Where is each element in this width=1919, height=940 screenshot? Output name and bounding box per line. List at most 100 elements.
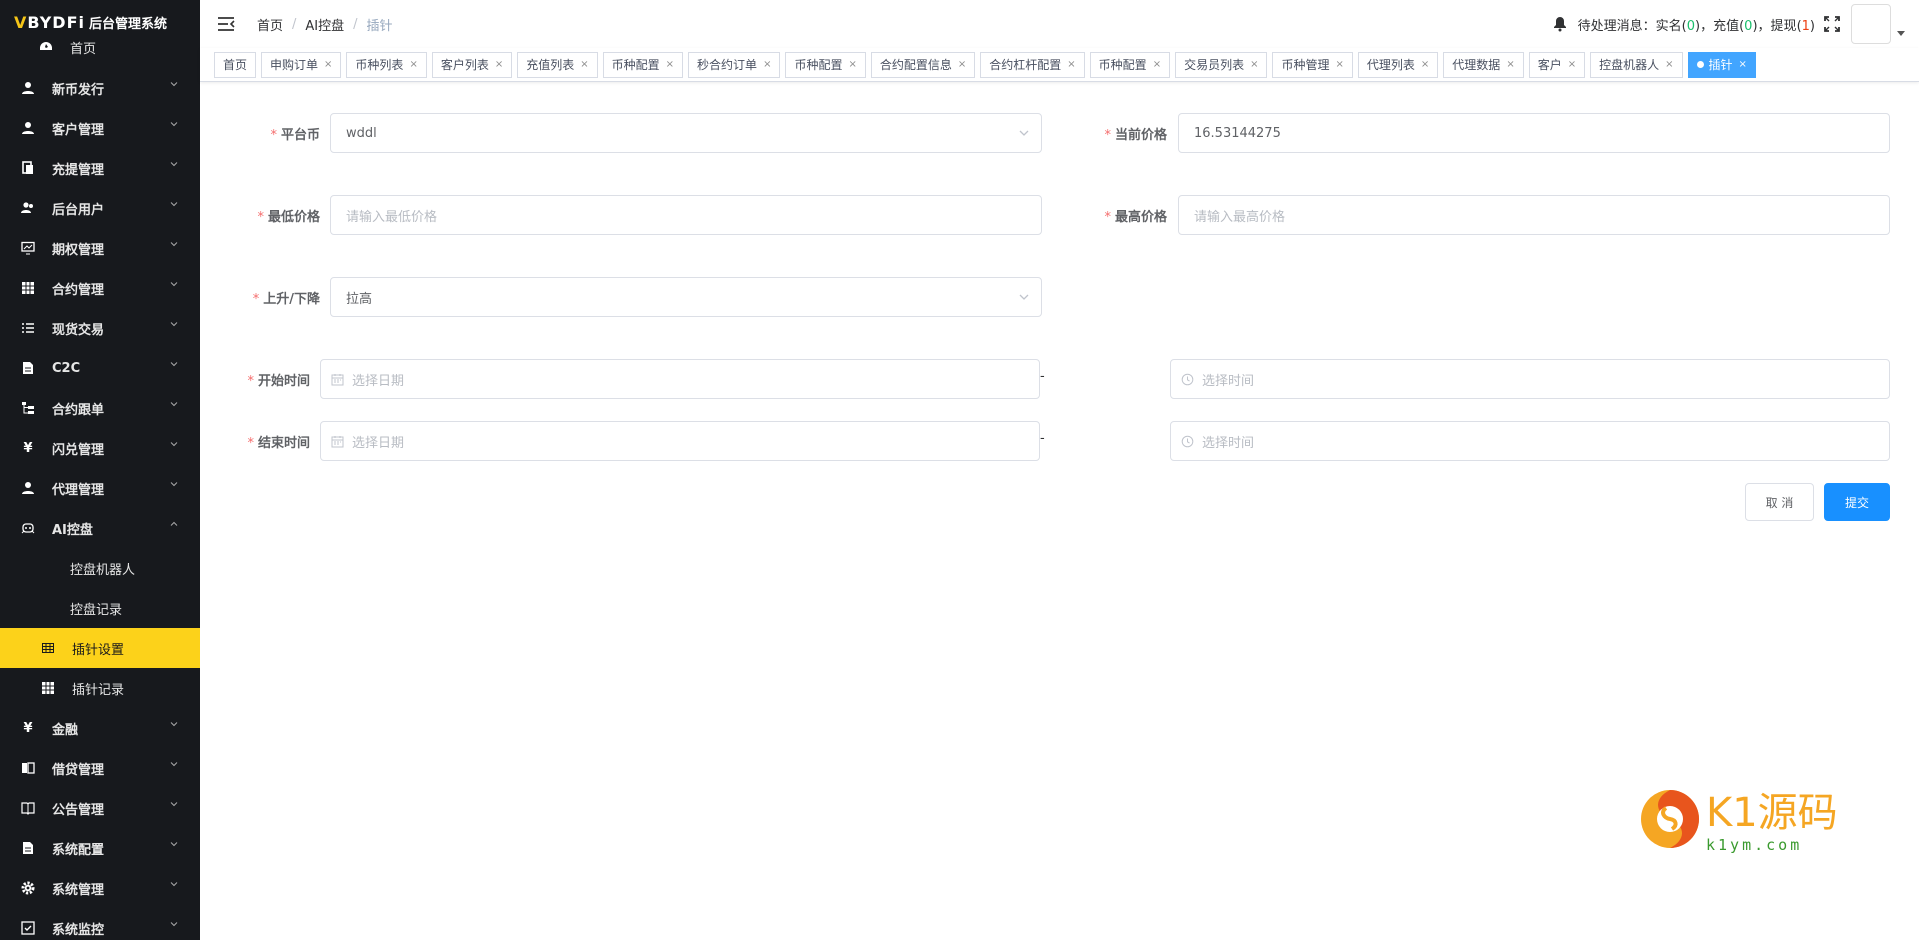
close-icon[interactable]: × [580, 53, 588, 77]
tag-label: 币种管理 [1281, 57, 1330, 72]
start-time-picker[interactable]: 选择时间 [1170, 359, 1890, 399]
sidebar-item-new-coin[interactable]: 新币发行 [0, 68, 200, 108]
realname-link[interactable]: 实名(0) [1656, 15, 1700, 34]
sidebar: VBYDFi 后台管理系统 首页 新币发行 客户管理 充提管理 后台用户 期权管… [0, 0, 200, 940]
withdraw-link[interactable]: 提现(1) [1771, 15, 1815, 34]
sidebar-item-customer[interactable]: 客户管理 [0, 108, 200, 148]
end-date-picker[interactable]: 选择日期 [320, 421, 1040, 461]
sidebar-item-options[interactable]: 期权管理 [0, 228, 200, 268]
close-icon[interactable]: × [958, 53, 966, 77]
tag-item[interactable]: 代理列表 × [1357, 51, 1439, 78]
chevron-down-icon [170, 162, 178, 167]
tag-item[interactable]: 充值列表 × [517, 51, 598, 78]
hamburger-icon[interactable] [217, 16, 235, 32]
sidebar-item-pin-settings[interactable]: 插针设置 [0, 628, 200, 668]
close-icon[interactable]: × [1250, 53, 1258, 77]
close-icon[interactable]: × [324, 53, 332, 77]
fullscreen-icon[interactable] [1823, 15, 1841, 33]
sidebar-item-label: 合约跟单 [52, 402, 105, 418]
bell-icon[interactable] [1552, 16, 1568, 32]
tag-item[interactable]: 代理数据 × [1443, 51, 1524, 78]
required-mark: * [270, 128, 277, 143]
max-price-label: * 最高价格 [1104, 210, 1167, 225]
tag-label: 控盘机器人 [1599, 57, 1660, 72]
cancel-button[interactable]: 取 消 [1745, 483, 1814, 521]
start-time-label: * 开始时间 [247, 374, 310, 389]
sidebar-item-spot[interactable]: 现货交易 [0, 308, 200, 348]
min-price-input[interactable]: 请输入最低价格 [330, 195, 1042, 235]
tag-label: 客户列表 [440, 57, 489, 72]
close-icon[interactable]: × [848, 53, 856, 77]
close-icon[interactable]: × [495, 53, 503, 77]
sidebar-item-system-monitor[interactable]: 系统监控 [0, 908, 200, 940]
tag-item[interactable]: 交易员列表 × [1175, 51, 1268, 78]
tag-item[interactable]: 合约杠杆配置 × [980, 51, 1085, 78]
close-icon[interactable]: × [1739, 53, 1747, 77]
close-icon[interactable]: × [1421, 53, 1429, 77]
caret-down-icon[interactable] [1897, 30, 1905, 36]
table-icon [20, 280, 36, 296]
sidebar-item-label: 金融 [52, 722, 79, 738]
tag-item[interactable]: 币种配置 × [602, 51, 684, 78]
end-time-picker[interactable]: 选择时间 [1170, 421, 1890, 461]
sidebar-item-label: 控盘记录 [70, 602, 123, 618]
sidebar-item-copy-trading[interactable]: 合约跟单 [0, 388, 200, 428]
top-navbar: 首页 / AI控盘 / 插针 待处理消息： 实名(0) ， 充值(0) ， 提现… [200, 0, 1919, 48]
sidebar-item-finance[interactable]: ¥ 金融 [0, 708, 200, 748]
sidebar-item-pin-records[interactable]: 插针记录 [0, 668, 200, 708]
close-icon[interactable]: × [1153, 53, 1161, 77]
recharge-link[interactable]: 充值(0) [1713, 15, 1757, 34]
direction-select[interactable]: 拉高 [330, 277, 1042, 317]
sidebar-item-contracts[interactable]: 合约管理 [0, 268, 200, 308]
sidebar-item-system-admin[interactable]: 系统管理 [0, 868, 200, 908]
start-date-picker[interactable]: 选择日期 [320, 359, 1040, 399]
close-icon[interactable]: × [1336, 53, 1344, 77]
platform-coin-select[interactable]: wddl [330, 113, 1042, 153]
close-icon[interactable]: × [1067, 53, 1075, 77]
tag-item[interactable]: 秒合约订单 × [688, 51, 781, 78]
current-price-input[interactable]: 16.53144275 [1178, 113, 1890, 153]
tag-item[interactable]: 币种管理 × [1272, 51, 1353, 78]
close-icon[interactable]: × [763, 53, 771, 77]
sidebar-item-agent[interactable]: 代理管理 [0, 468, 200, 508]
book-open-icon [20, 800, 36, 816]
sidebar-item-home[interactable]: 首页 [0, 36, 200, 58]
submit-button[interactable]: 提交 [1824, 483, 1890, 521]
sidebar-item-deposit-withdraw[interactable]: 充提管理 [0, 148, 200, 188]
tag-item-active[interactable]: 插针 × [1687, 51, 1756, 78]
tag-item[interactable]: 币种配置 × [785, 51, 866, 78]
sidebar-item-ai-control[interactable]: AI控盘 [0, 508, 200, 548]
sidebar-item-flash-exchange[interactable]: ¥ 闪兑管理 [0, 428, 200, 468]
close-icon[interactable]: × [666, 53, 674, 77]
tag-item[interactable]: 币种列表 × [346, 51, 427, 78]
sidebar-item-control-robot[interactable]: 控盘机器人 [0, 548, 200, 588]
breadcrumb-ai-control[interactable]: AI控盘 [305, 15, 344, 34]
chevron-down-icon [170, 762, 178, 767]
tag-item[interactable]: 合约配置信息 × [870, 51, 976, 78]
sidebar-item-label: 闪兑管理 [52, 442, 105, 458]
sidebar-item-c2c[interactable]: C2C [0, 348, 200, 388]
tag-item[interactable]: 客户列表 × [431, 51, 513, 78]
avatar[interactable] [1851, 4, 1891, 44]
close-icon[interactable]: × [1568, 53, 1576, 77]
sidebar-item-admin-users[interactable]: 后台用户 [0, 188, 200, 228]
user-icon [20, 120, 36, 136]
sidebar-item-system-config[interactable]: 系统配置 [0, 828, 200, 868]
sidebar-item-label: 公告管理 [52, 802, 105, 818]
max-price-input[interactable]: 请输入最高价格 [1178, 195, 1890, 235]
tag-item[interactable]: 控盘机器人 × [1590, 51, 1683, 78]
tag-item[interactable]: 申购订单 × [261, 51, 342, 78]
header-right: 待处理消息： 实名(0) ， 充值(0) ， 提现(1) [1552, 0, 1905, 48]
tag-item[interactable]: 币种配置 × [1089, 51, 1171, 78]
tag-item[interactable]: 客户 × [1528, 51, 1586, 78]
chevron-down-icon [170, 322, 178, 327]
breadcrumb-separator: / [353, 16, 358, 32]
close-icon[interactable]: × [1665, 53, 1673, 77]
sidebar-item-announcements[interactable]: 公告管理 [0, 788, 200, 828]
breadcrumb-home[interactable]: 首页 [257, 15, 283, 34]
close-icon[interactable]: × [1506, 53, 1514, 77]
sidebar-item-loans[interactable]: 借贷管理 [0, 748, 200, 788]
sidebar-item-control-record[interactable]: 控盘记录 [0, 588, 200, 628]
tag-home[interactable]: 首页 [214, 51, 257, 78]
close-icon[interactable]: × [409, 53, 417, 77]
